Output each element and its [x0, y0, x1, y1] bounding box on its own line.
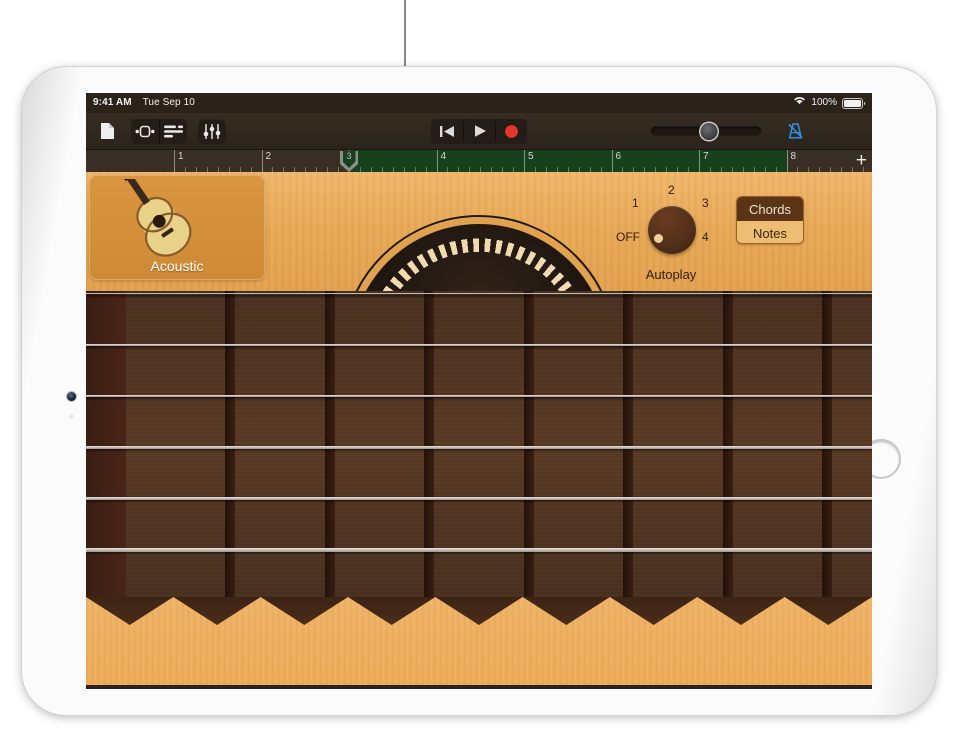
record-button[interactable]	[495, 119, 527, 144]
rewind-to-start-button[interactable]	[431, 119, 463, 144]
chevron-notch	[610, 597, 697, 625]
bar-tick	[174, 150, 175, 172]
string-shadow	[86, 397, 872, 401]
guitar-soundboard: Acoustic OFF 1 2 3 4 Autoplay Chords	[86, 172, 872, 291]
bar-tick	[262, 150, 263, 172]
mixer-faders-button[interactable]	[198, 119, 226, 144]
bar-number: 2	[266, 151, 272, 162]
bar-tick	[699, 150, 700, 172]
ipad-screen: 9:41 AM Tue Sep 10 100%	[86, 93, 872, 689]
guitar-string[interactable]	[86, 497, 872, 500]
bar-tick	[524, 150, 525, 172]
autoplay-knob-indicator	[654, 234, 663, 243]
status-bar-right: 100%	[793, 93, 866, 113]
chevron-notch	[785, 597, 872, 625]
guitar-string[interactable]	[86, 344, 872, 346]
ipad-device-frame: 9:41 AM Tue Sep 10 100%	[22, 67, 936, 715]
chevron-row	[86, 597, 872, 625]
chords-option[interactable]: Chords	[737, 197, 803, 221]
autoplay-position-off[interactable]: OFF	[616, 230, 640, 244]
play-button[interactable]	[463, 119, 495, 144]
chevron-notch	[173, 597, 260, 625]
bar-number: 5	[528, 151, 534, 162]
status-bar: 9:41 AM Tue Sep 10 100%	[86, 93, 872, 113]
toolbar-left-group	[93, 113, 226, 149]
bar-number: 7	[703, 151, 709, 162]
guitar-string[interactable]	[86, 293, 872, 294]
bar-tick	[787, 150, 788, 172]
autoplay-control[interactable]: OFF 1 2 3 4 Autoplay	[622, 180, 720, 280]
acoustic-guitar-icon	[117, 179, 237, 264]
tracks-view-button[interactable]	[159, 119, 187, 144]
string-shadow	[86, 295, 872, 299]
front-camera-icon	[67, 392, 76, 401]
battery-percent: 100%	[811, 93, 837, 113]
bar-number: 8	[791, 151, 797, 162]
metronome-icon[interactable]	[781, 119, 809, 144]
bar-number: 4	[441, 151, 447, 162]
transport-controls	[431, 113, 527, 149]
status-date: Tue Sep 10	[143, 97, 195, 108]
autoplay-position-3[interactable]: 3	[702, 196, 709, 210]
guitar-string[interactable]	[86, 446, 872, 449]
master-volume-knob[interactable]	[701, 123, 718, 140]
guitar-string[interactable]	[86, 395, 872, 397]
loop-browser-button[interactable]	[131, 119, 159, 144]
bar-tick	[437, 150, 438, 172]
chords-notes-switch[interactable]: Chords Notes	[736, 196, 804, 244]
battery-full-icon	[842, 98, 866, 109]
wifi-icon	[793, 93, 806, 113]
status-bar-left: 9:41 AM Tue Sep 10	[93, 93, 195, 113]
bar-number: 6	[616, 151, 622, 162]
ambient-sensor-icon	[69, 414, 74, 419]
chevron-notch	[523, 597, 610, 625]
master-volume-slider[interactable]	[651, 127, 761, 136]
my-songs-button[interactable]	[93, 119, 121, 144]
autoplay-caption: Autoplay	[622, 267, 720, 282]
autoplay-position-4[interactable]: 4	[702, 230, 709, 244]
guitar-fretboard[interactable]	[86, 291, 872, 597]
chevron-notch	[435, 597, 522, 625]
add-section-button[interactable]: +	[856, 152, 867, 169]
notes-option[interactable]: Notes	[737, 221, 803, 244]
chevron-notch	[348, 597, 435, 625]
screenshot-root: 9:41 AM Tue Sep 10 100%	[0, 0, 958, 734]
view-toggle-segment	[131, 119, 187, 144]
autoplay-knob[interactable]	[648, 206, 696, 254]
string-shadow	[86, 346, 872, 350]
playhead-bar-number: 3	[343, 151, 356, 168]
autoplay-position-2[interactable]: 2	[668, 183, 675, 197]
timeline-ruler[interactable]: 12345678 3 +	[86, 150, 872, 172]
bar-tick	[612, 150, 613, 172]
bar-number: 1	[178, 151, 184, 162]
chevron-notch	[86, 597, 173, 625]
chevron-notch	[697, 597, 784, 625]
main-toolbar: ?	[86, 113, 872, 150]
autoplay-position-1[interactable]: 1	[632, 196, 639, 210]
guitar-bottom-panel	[86, 597, 872, 689]
screen-bottom-edge	[86, 685, 872, 689]
guitar-string[interactable]	[86, 548, 872, 552]
chevron-notch	[261, 597, 348, 625]
instrument-name-label: Acoustic	[89, 258, 265, 274]
instrument-selector-card[interactable]: Acoustic	[89, 175, 265, 280]
status-time: 9:41 AM	[93, 97, 132, 108]
